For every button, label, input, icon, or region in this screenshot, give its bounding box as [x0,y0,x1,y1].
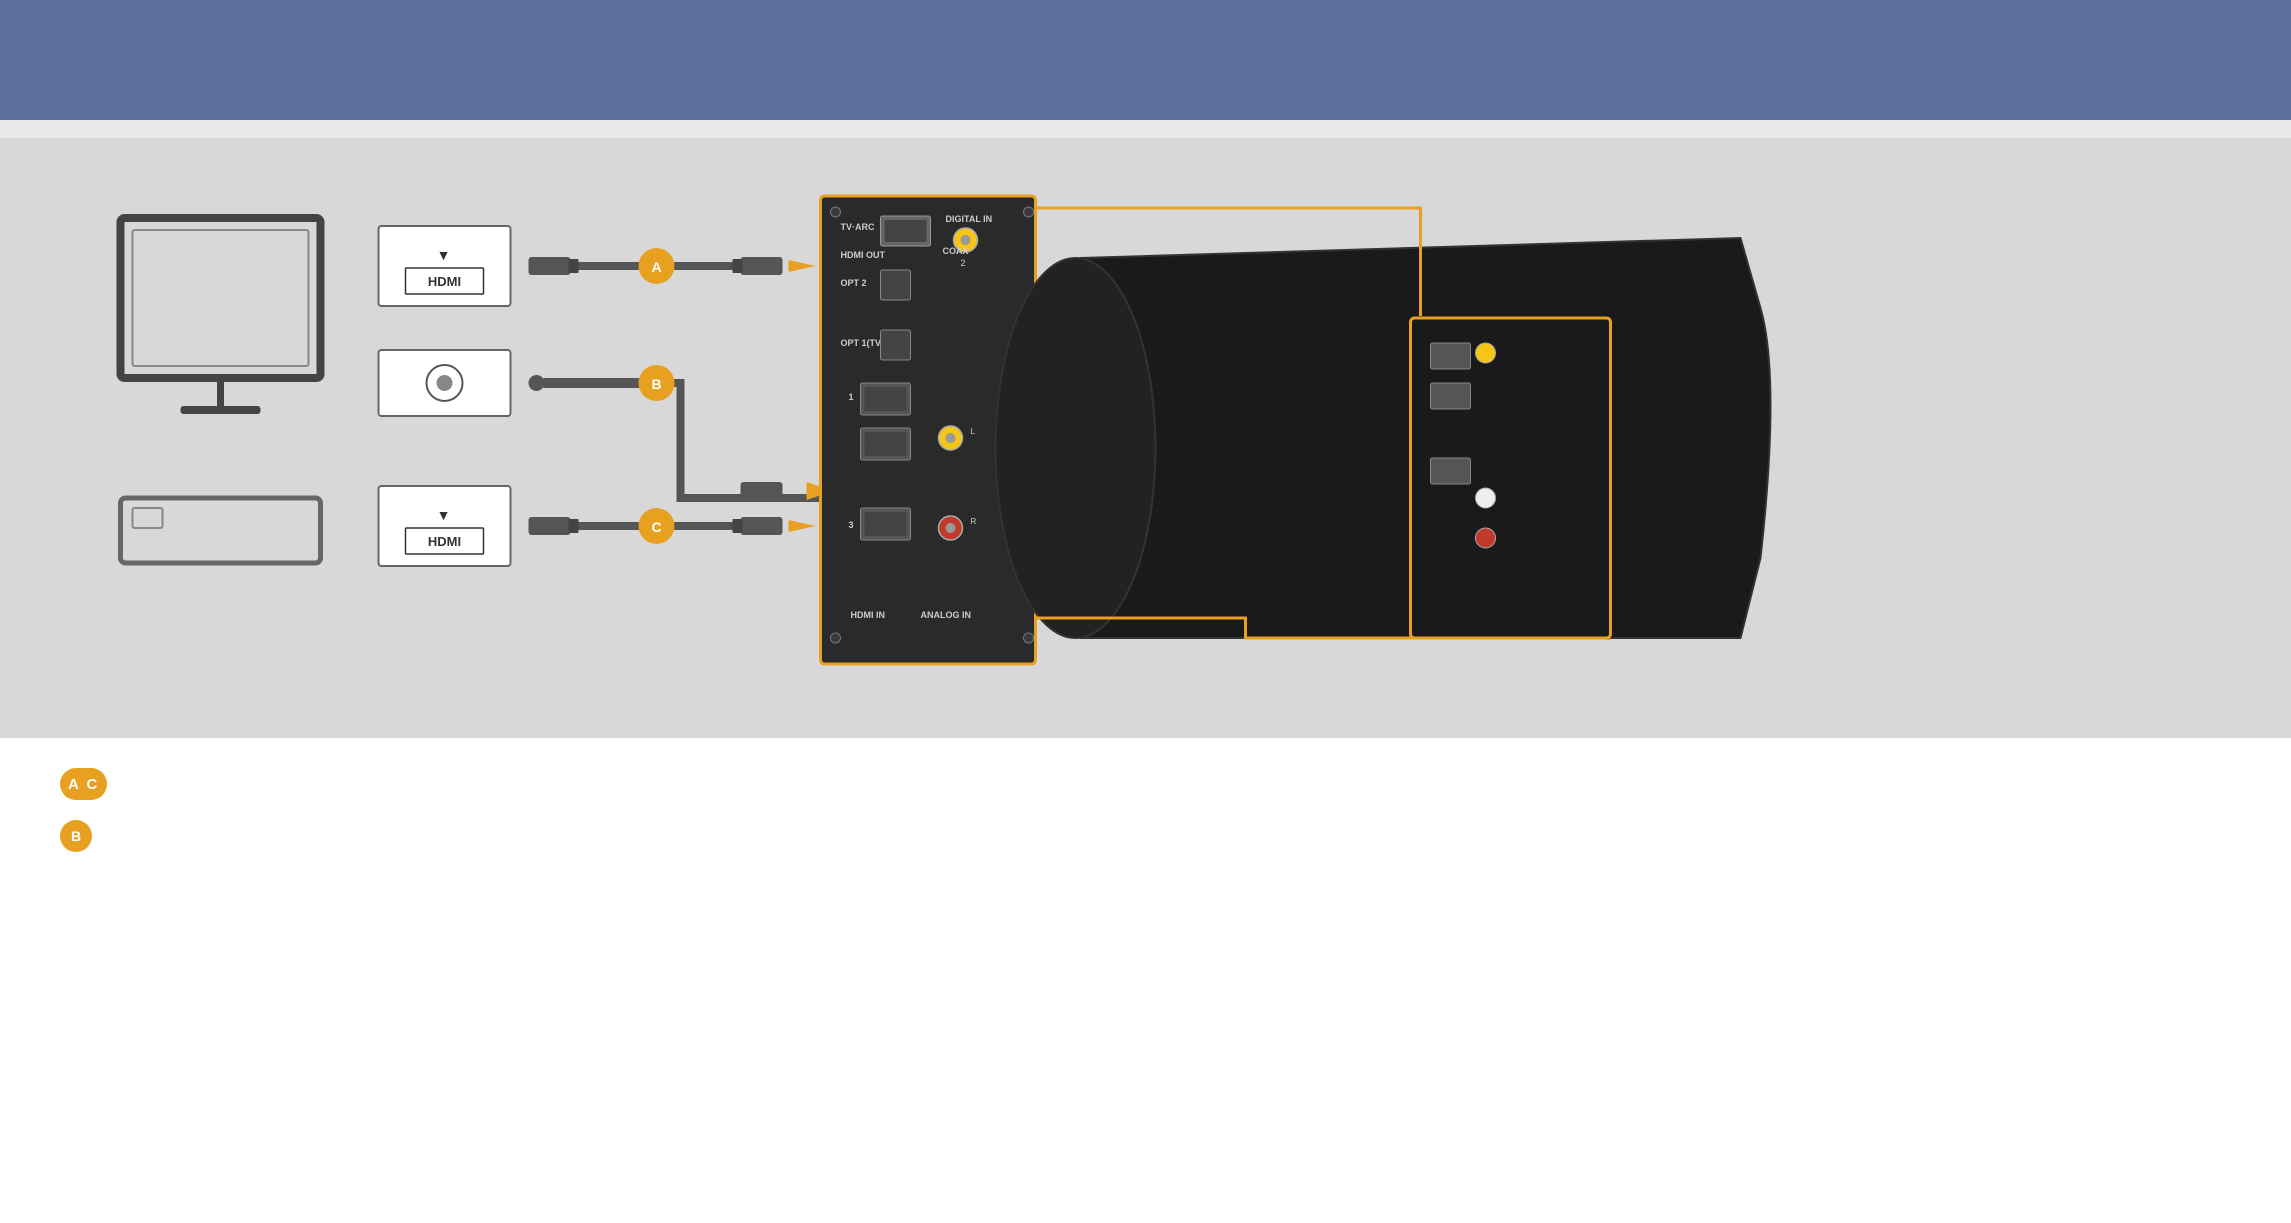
svg-text:TV·ARC: TV·ARC [841,222,875,232]
hdmi-box-c: ▼ HDMI [379,486,511,566]
svg-text:R: R [971,517,977,526]
svg-text:▼: ▼ [437,247,451,263]
svg-text:L: L [971,427,976,436]
svg-text:3: 3 [849,520,854,530]
svg-text:HDMI IN: HDMI IN [851,610,886,620]
legend-row-b: B [60,820,2231,852]
svg-text:ANALOG IN: ANALOG IN [921,610,972,620]
svg-text:OPT 2: OPT 2 [841,278,867,288]
svg-text:B: B [651,376,661,392]
bdplayer-device [121,498,321,563]
badge-b: B [60,820,92,852]
svg-text:C: C [651,519,661,535]
svg-text:COAX: COAX [943,246,969,256]
svg-text:OPT 1(TV): OPT 1(TV) [841,338,885,348]
hdmi-box-a: ▼ HDMI [379,226,511,306]
svg-text:HDMI: HDMI [428,274,461,289]
svg-text:A: A [651,259,661,275]
bottom-area: A C B [0,738,2291,938]
svg-text:DIGITAL IN: DIGITAL IN [946,214,993,224]
svg-text:HDMI OUT: HDMI OUT [841,250,886,260]
svg-text:1: 1 [849,392,854,402]
separator [0,120,2291,138]
svg-text:▼: ▼ [437,507,451,523]
cable-svg: ▼ HDMI ▼ HDMI [60,178,2231,698]
tv-device [121,218,321,414]
diagram-inner: ▼ HDMI ▼ HDMI [60,178,2231,698]
svg-text:2: 2 [961,258,966,268]
legend-row-ac: A C [60,768,2231,800]
svg-text:HDMI: HDMI [428,534,461,549]
badge-a: A C [60,768,107,800]
top-banner [0,0,2291,120]
diagram-area: McGrp.Ru ▼ [0,138,2291,738]
optical-box-b [379,350,511,416]
